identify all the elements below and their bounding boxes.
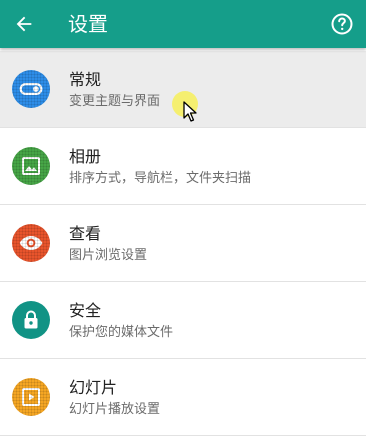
app-bar: 设置 [0, 0, 366, 48]
view-icon-circle [12, 224, 50, 262]
settings-item-subtitle: 图片浏览设置 [69, 248, 148, 263]
help-button[interactable] [326, 8, 358, 40]
settings-item-subtitle: 排序方式，导航栏，文件夹扫描 [69, 171, 252, 186]
albums-icon-circle [12, 147, 50, 185]
slideshow-icon-circle [12, 378, 50, 416]
settings-item-view[interactable]: 查看 图片浏览设置 [0, 205, 366, 282]
image-icon [22, 157, 40, 175]
lock-icon [24, 310, 38, 329]
settings-item-subtitle: 变更主题与界面 [69, 94, 161, 109]
settings-item-albums[interactable]: 相册 排序方式，导航栏，文件夹扫描 [0, 128, 366, 205]
arrow-left-icon [16, 16, 32, 32]
help-circle-icon [331, 13, 353, 35]
settings-item-subtitle: 幻灯片播放设置 [69, 402, 161, 417]
settings-item-slideshow[interactable]: 幻灯片 幻灯片播放设置 [0, 359, 366, 436]
back-button[interactable] [8, 8, 40, 40]
toggle-icon [19, 83, 43, 95]
page-title: 设置 [68, 12, 108, 36]
settings-item-security[interactable]: 安全 保护您的媒体文件 [0, 282, 366, 359]
settings-item-subtitle: 保护您的媒体文件 [69, 325, 174, 340]
settings-item-title: 安全 [69, 301, 102, 320]
settings-item-title: 查看 [69, 224, 102, 243]
mouse-pointer-icon [183, 101, 197, 122]
slideshow-icon [22, 388, 40, 406]
general-icon-circle [12, 70, 50, 108]
settings-item-title: 相册 [69, 147, 102, 166]
settings-item-title: 幻灯片 [69, 378, 118, 397]
settings-item-title: 常规 [69, 70, 102, 89]
eye-icon [19, 235, 43, 251]
security-icon-circle [12, 301, 50, 339]
